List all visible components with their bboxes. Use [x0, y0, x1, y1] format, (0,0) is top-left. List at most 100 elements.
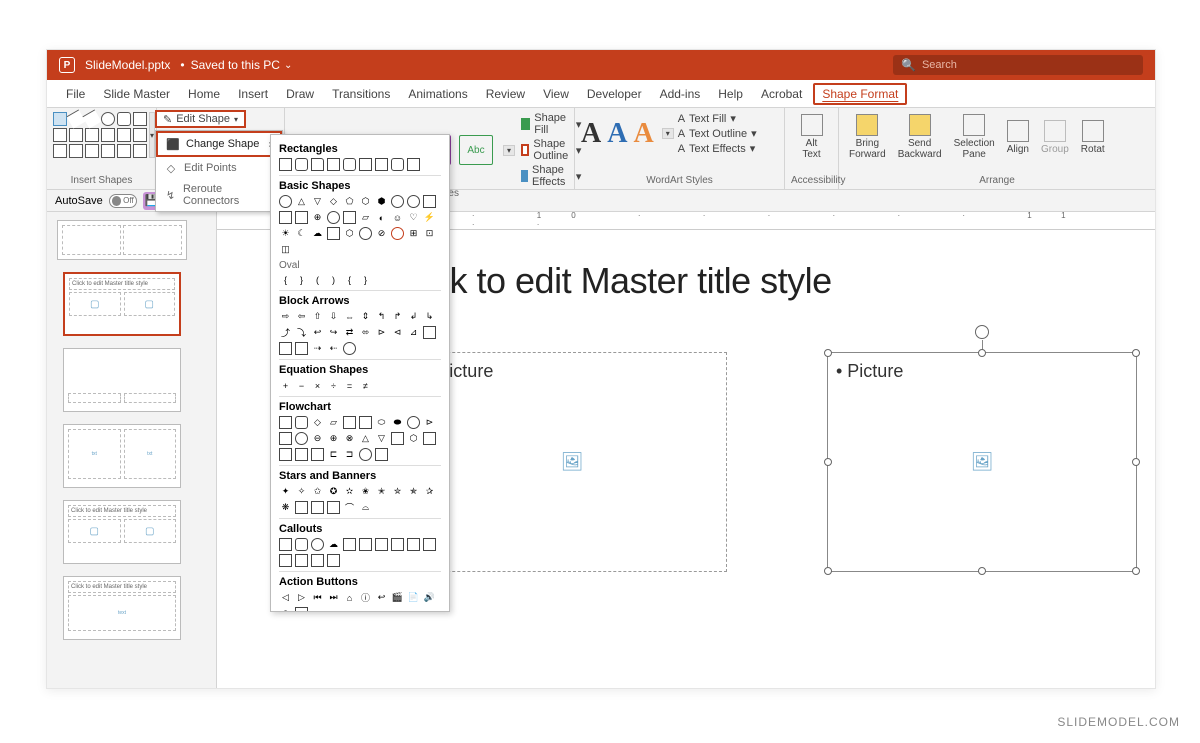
shape-callout[interactable]: [279, 538, 292, 551]
shape-item[interactable]: [423, 195, 436, 208]
resize-handle[interactable]: [824, 458, 832, 466]
shape-item[interactable]: ⬬: [391, 416, 404, 429]
shape-plus[interactable]: +: [279, 379, 292, 392]
shape-item[interactable]: ☾: [295, 227, 308, 240]
shape-rounded-rectangle[interactable]: [295, 158, 308, 171]
shape-action[interactable]: 🎬: [391, 591, 404, 604]
shape-item[interactable]: [407, 416, 420, 429]
picture-icon[interactable]: 🖼: [561, 452, 584, 473]
shape-item[interactable]: ◇: [327, 195, 340, 208]
resize-handle[interactable]: [824, 349, 832, 357]
shape-item[interactable]: [279, 432, 292, 445]
shape-callout[interactable]: [311, 538, 324, 551]
shape-callout[interactable]: [407, 538, 420, 551]
style-preset-5[interactable]: Abc: [459, 135, 493, 165]
shape-item[interactable]: ▱: [359, 211, 372, 224]
shape-fill-button[interactable]: Shape Fill ▾: [521, 112, 581, 136]
shape-star[interactable]: ✦: [279, 485, 292, 498]
shape-item[interactable]: [343, 158, 356, 171]
align-button[interactable]: Align: [1003, 112, 1033, 162]
shape-item[interactable]: ▽: [311, 195, 324, 208]
shape-item[interactable]: [327, 211, 340, 224]
shape-star[interactable]: ✯: [407, 485, 420, 498]
shape-star[interactable]: ✮: [391, 485, 404, 498]
shape-item[interactable]: [391, 432, 404, 445]
shape-callout[interactable]: [343, 538, 356, 551]
tab-animations[interactable]: Animations: [399, 80, 476, 108]
selection-pane-button[interactable]: SelectionPane: [950, 112, 999, 162]
shape-item[interactable]: [327, 158, 340, 171]
shape-item[interactable]: △: [359, 432, 372, 445]
shape-callout[interactable]: [375, 538, 388, 551]
layout-thumbnail[interactable]: txttxt: [63, 424, 181, 488]
slide-thumbnails-panel[interactable]: Click to edit Master title style ▢▢ txtt…: [47, 212, 217, 688]
tab-review[interactable]: Review: [477, 80, 534, 108]
shape-item[interactable]: }: [359, 273, 372, 286]
text-fill-button[interactable]: A Text Fill ▾: [678, 112, 757, 125]
wordart-gallery[interactable]: A A A ▾: [581, 118, 674, 150]
shape-arrow[interactable]: ↩: [311, 326, 324, 339]
layout-thumbnail[interactable]: Click to edit Master title style text: [63, 576, 181, 640]
picture-icon[interactable]: 🖼: [971, 452, 994, 473]
tab-insert[interactable]: Insert: [229, 80, 277, 108]
shape-action[interactable]: ⓘ: [359, 591, 372, 604]
shape-action[interactable]: ⏭: [327, 591, 340, 604]
shape-arrow[interactable]: ⇩: [327, 310, 340, 323]
resize-handle[interactable]: [1132, 567, 1140, 575]
shape-arrow[interactable]: ⇄: [343, 326, 356, 339]
shape-item[interactable]: {: [279, 273, 292, 286]
shape-banner[interactable]: [311, 501, 324, 514]
shape-item[interactable]: [279, 211, 292, 224]
shape-arrow[interactable]: [423, 326, 436, 339]
shape-item[interactable]: [343, 211, 356, 224]
shape-callout[interactable]: [279, 554, 292, 567]
send-backward-button[interactable]: SendBackward: [894, 112, 946, 162]
tab-home[interactable]: Home: [179, 80, 229, 108]
wordart-preset-2[interactable]: A: [607, 118, 627, 150]
shape-arrow[interactable]: ⇔: [343, 310, 356, 323]
shape-arrow[interactable]: ↲: [407, 310, 420, 323]
shape-arrow[interactable]: ⇕: [359, 310, 372, 323]
tab-addins[interactable]: Add-ins: [651, 80, 710, 108]
shape-oval[interactable]: [279, 195, 292, 208]
tab-slide-master[interactable]: Slide Master: [94, 80, 179, 108]
group-button[interactable]: Group: [1037, 112, 1073, 162]
shape-callout[interactable]: [423, 538, 436, 551]
shape-item[interactable]: ◇: [311, 416, 324, 429]
shape-action[interactable]: ↩: [375, 591, 388, 604]
shape-item[interactable]: [279, 448, 292, 461]
edit-shape-button[interactable]: ✎ Edit Shape ▾: [155, 110, 246, 128]
shape-item[interactable]: ▽: [375, 432, 388, 445]
master-title-placeholder[interactable]: lick to edit Master title style: [417, 260, 1155, 302]
shape-item[interactable]: ⚡: [423, 211, 436, 224]
shape-callout[interactable]: [327, 554, 340, 567]
shape-oval-highlighted[interactable]: [391, 227, 404, 240]
shape-arrow[interactable]: ↳: [423, 310, 436, 323]
shape-arrow[interactable]: ⬄: [359, 326, 372, 339]
shape-item[interactable]: ⊖: [311, 432, 324, 445]
shape-arrow[interactable]: ↱: [391, 310, 404, 323]
shape-callout[interactable]: ☁: [327, 538, 340, 551]
search-input[interactable]: 🔍 Search: [893, 55, 1143, 75]
shape-item[interactable]: [311, 158, 324, 171]
resize-handle[interactable]: [1132, 349, 1140, 357]
shape-minus[interactable]: −: [295, 379, 308, 392]
shape-multiply[interactable]: ×: [311, 379, 324, 392]
shape-arrow[interactable]: ⊳: [375, 326, 388, 339]
shape-callout[interactable]: [295, 538, 308, 551]
shape-rectangle[interactable]: [279, 158, 292, 171]
shape-star[interactable]: ❋: [279, 501, 292, 514]
shape-arrow[interactable]: ⇧: [311, 310, 324, 323]
picture-placeholder-right-selected[interactable]: • Picture 🖼: [827, 352, 1137, 572]
shape-item[interactable]: {: [343, 273, 356, 286]
shape-item[interactable]: ◫: [279, 243, 292, 256]
text-outline-button[interactable]: A Text Outline ▾: [678, 127, 757, 140]
shape-triangle[interactable]: △: [295, 195, 308, 208]
shape-item[interactable]: [407, 158, 420, 171]
layout-thumbnail[interactable]: Click to edit Master title style ▢▢: [63, 500, 181, 564]
shape-item[interactable]: }: [295, 273, 308, 286]
resize-handle[interactable]: [824, 567, 832, 575]
shape-action[interactable]: ⌂: [343, 591, 356, 604]
shape-action[interactable]: ▷: [295, 591, 308, 604]
tab-file[interactable]: File: [57, 80, 94, 108]
